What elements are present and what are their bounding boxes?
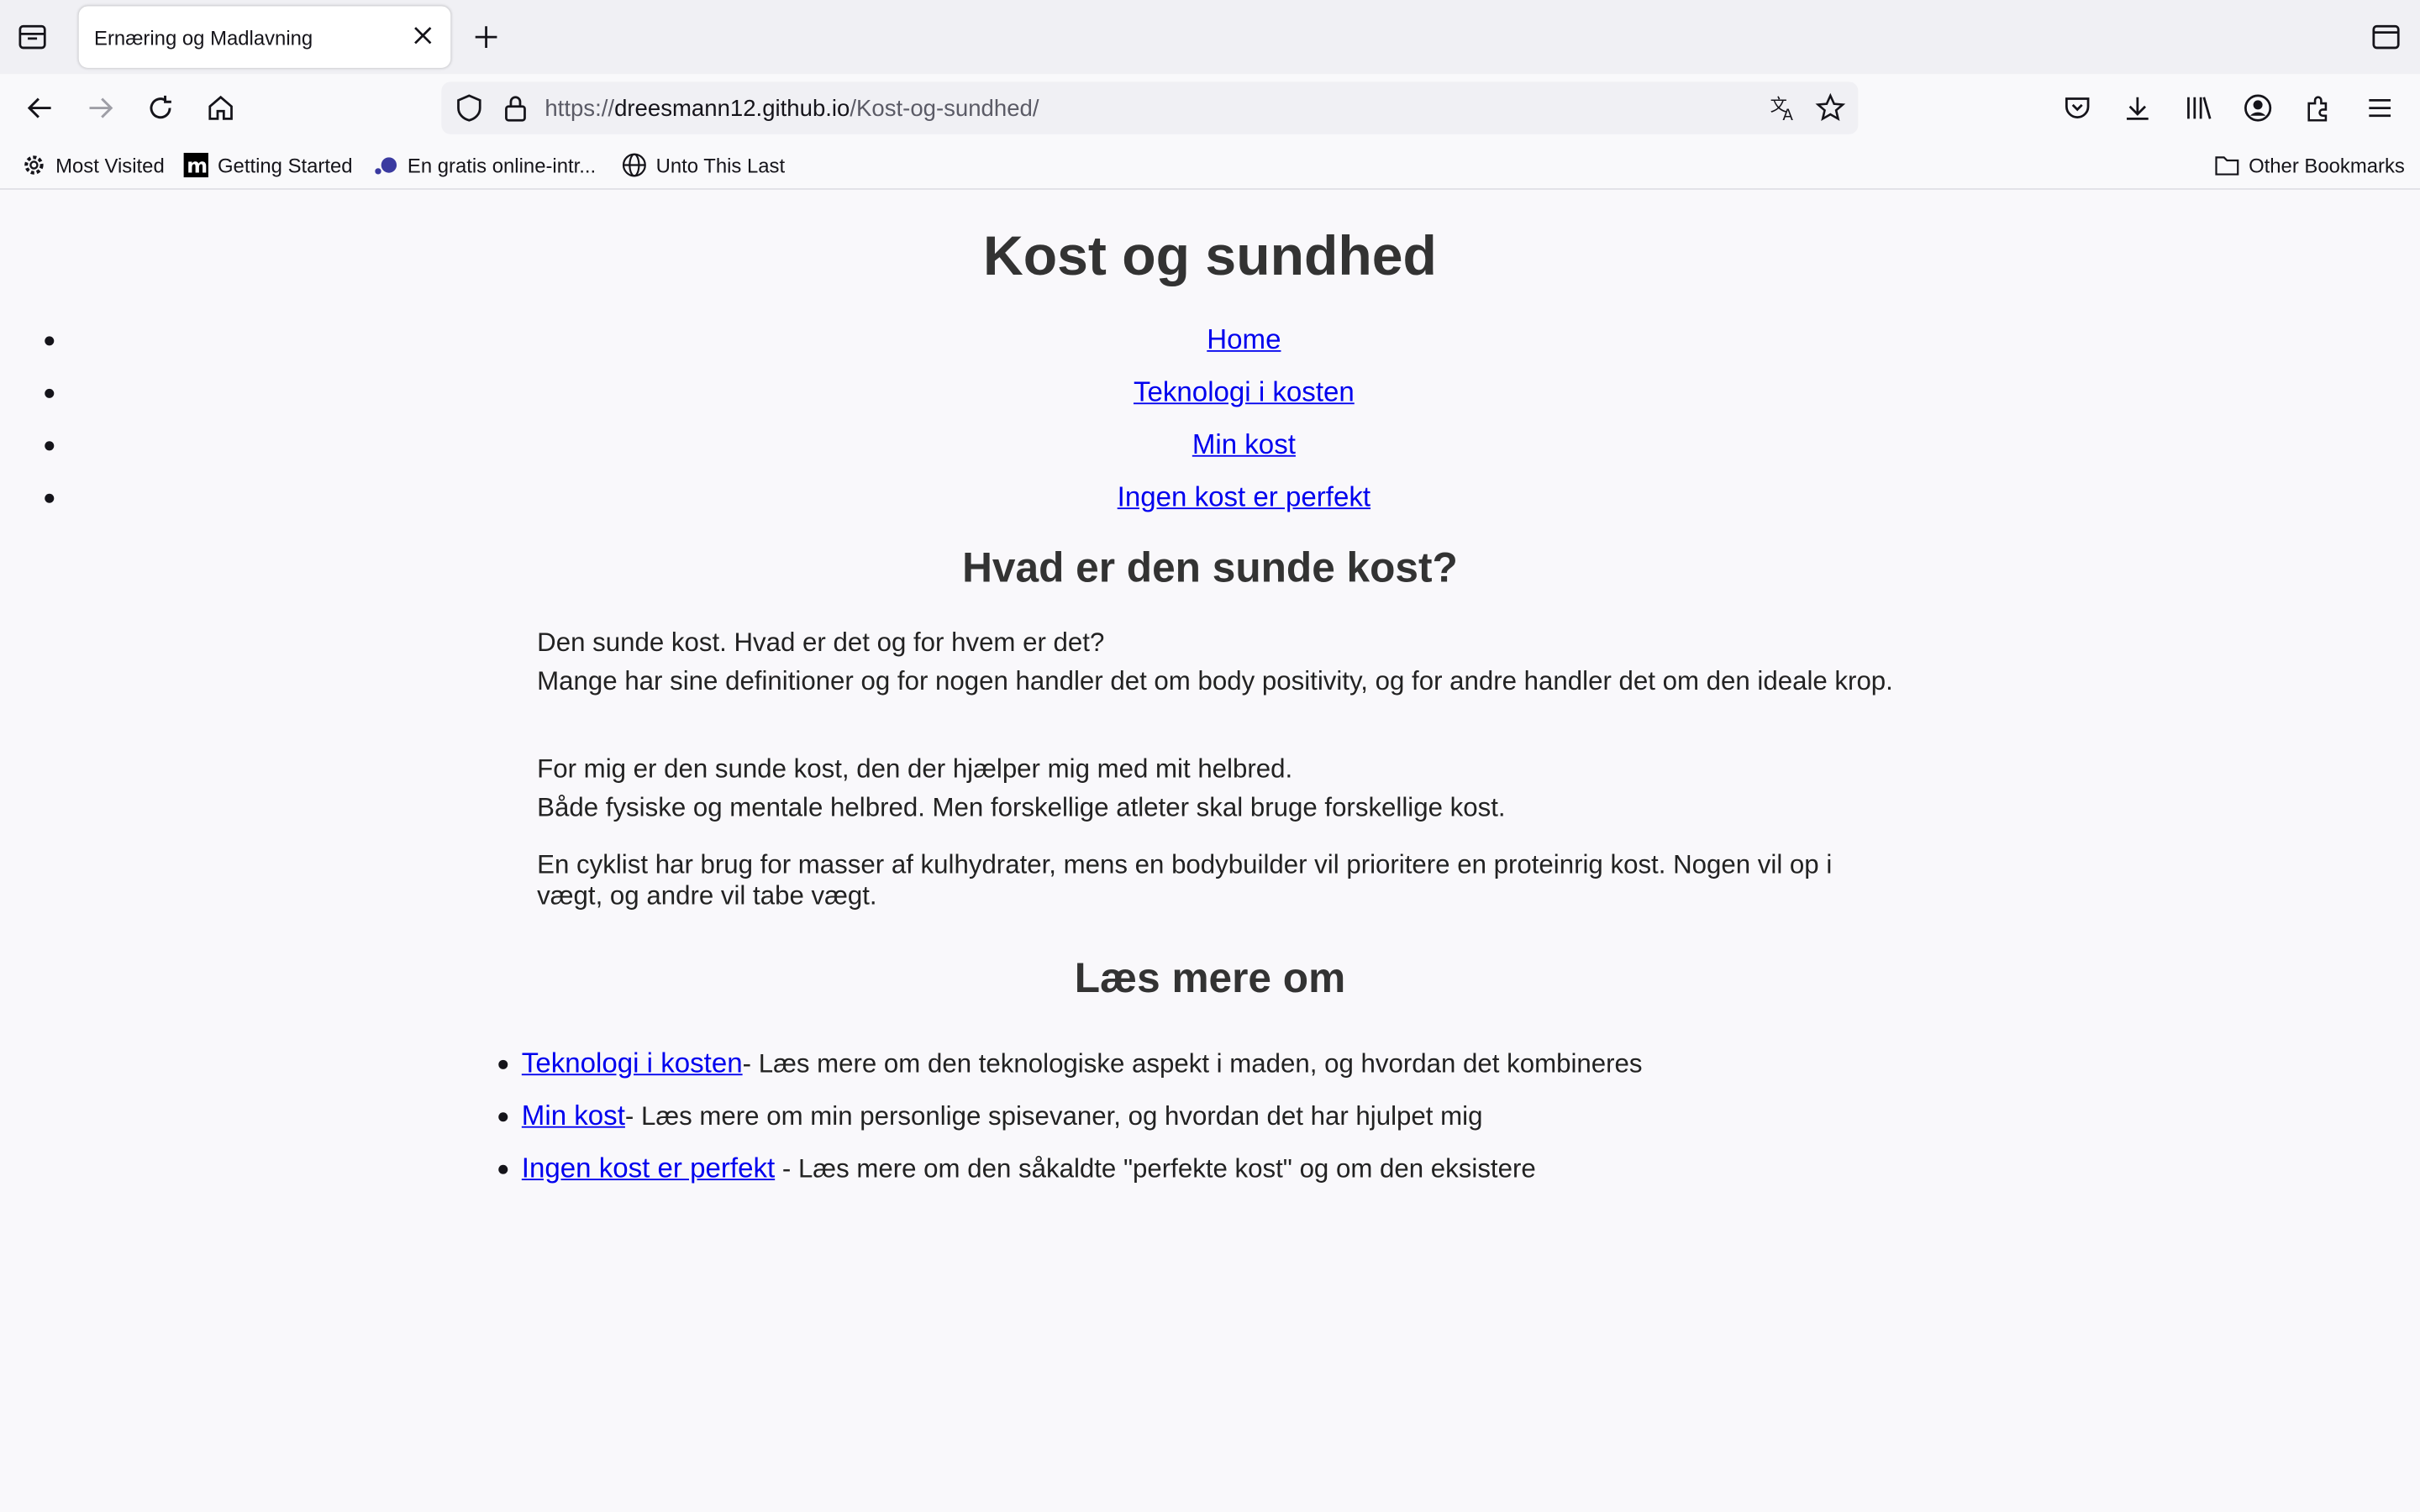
- active-tab[interactable]: Ernæring og Madlavning: [78, 6, 451, 68]
- nav-item-home: Home: [0, 321, 2420, 373]
- bullet: [45, 441, 55, 451]
- bullet: [498, 1164, 508, 1174]
- forward-icon[interactable]: [85, 92, 116, 123]
- more-link-min-kost[interactable]: Min kost: [522, 1100, 625, 1131]
- window-icon[interactable]: [2370, 24, 2402, 51]
- page-title: Kost og sundhed: [982, 223, 1437, 287]
- bookmark-label: Other Bookmarks: [2249, 153, 2405, 177]
- bookmark-label: Most Visited: [55, 153, 165, 177]
- tab-title: Ernæring og Madlavning: [94, 26, 313, 50]
- url-bar[interactable]: https://dreesmann12.github.io/Kost-og-su…: [441, 81, 1859, 134]
- back-icon[interactable]: [24, 92, 55, 123]
- paragraph-3: En cyklist har brug for masser af kulhyd…: [537, 850, 1895, 911]
- list-item-text: - Læs mere om min personlige spisevaner,…: [624, 1101, 1483, 1131]
- bullet: [45, 493, 55, 503]
- other-bookmarks[interactable]: Other Bookmarks: [2215, 153, 2405, 177]
- nav-link-min-kost[interactable]: Min kost: [1192, 429, 1296, 460]
- paragraph-line: Både fysiske og mentale helbred. Men for…: [537, 793, 1506, 822]
- list-item: Ingen kost er perfekt - Læs mere om den …: [494, 1151, 1643, 1203]
- home-icon[interactable]: [205, 92, 236, 123]
- lock-icon[interactable]: [500, 92, 531, 123]
- read-more-list: Teknologi i kosten- Læs mere om den tekn…: [494, 1046, 1643, 1203]
- navigation-toolbar: https://dreesmann12.github.io/Kost-og-su…: [0, 74, 2420, 142]
- reload-icon[interactable]: [145, 92, 176, 123]
- bookmark-label: En gratis online-intr...: [407, 153, 597, 177]
- gear-icon: [22, 153, 46, 177]
- pocket-icon[interactable]: [2062, 92, 2093, 123]
- menu-icon[interactable]: [2365, 92, 2396, 123]
- folder-icon: [2215, 153, 2239, 177]
- bookmarks-toolbar: Most Visited m Getting Started En gratis…: [0, 141, 2420, 190]
- nav-link-ingen-kost[interactable]: Ingen kost er perfekt: [1118, 481, 1370, 512]
- url-path: /Kost-og-sundhed/: [850, 95, 1039, 123]
- bookmark-label: Getting Started: [217, 153, 353, 177]
- nav-item-teknologi: Teknologi i kosten: [0, 373, 2420, 425]
- bookmark-en-gratis[interactable]: En gratis online-intr...: [373, 153, 596, 177]
- account-icon[interactable]: [2243, 92, 2274, 123]
- paragraph-1: Den sunde kost. Hvad er det og for hvem …: [537, 628, 1895, 698]
- nav-link-home[interactable]: Home: [1207, 324, 1281, 355]
- tab-list-icon[interactable]: [15, 22, 49, 53]
- more-heading: Læs mere om: [1074, 954, 1346, 1002]
- extensions-icon[interactable]: [2302, 92, 2333, 123]
- shield-icon[interactable]: [454, 92, 485, 123]
- site-nav: Home Teknologi i kosten Min kost Ingen k…: [0, 321, 2420, 531]
- more-link-ingen-kost[interactable]: Ingen kost er perfekt: [522, 1152, 775, 1184]
- paragraph-line: For mig er den sunde kost, den der hjælp…: [537, 754, 1293, 785]
- section-heading: Hvad er den sunde kost?: [962, 544, 1458, 591]
- translate-icon[interactable]: 文A: [1769, 92, 1800, 123]
- paragraph-line: Mange har sine definitioner og for nogen…: [537, 666, 1893, 696]
- svg-text:m: m: [187, 155, 208, 178]
- tab-strip: Ernæring og Madlavning: [0, 0, 2420, 75]
- bookmark-getting-started[interactable]: m Getting Started: [183, 152, 353, 178]
- list-item: Teknologi i kosten- Læs mere om den tekn…: [494, 1046, 1643, 1098]
- url-text: https://dreesmann12.github.io/Kost-og-su…: [544, 96, 1039, 122]
- svg-text:A: A: [1782, 107, 1793, 123]
- url-host: dreesmann12.github.io: [614, 95, 850, 123]
- star-icon[interactable]: [1815, 92, 1846, 123]
- library-icon[interactable]: [2182, 92, 2213, 123]
- paragraph-line: En cyklist har brug for masser af kulhyd…: [537, 850, 1833, 911]
- new-tab-icon[interactable]: [471, 22, 502, 53]
- paragraph-2: For mig er den sunde kost, den der hjælp…: [537, 754, 1895, 824]
- bookmark-most-visited[interactable]: Most Visited: [22, 153, 165, 177]
- list-item: Min kost- Læs mere om min personlige spi…: [494, 1099, 1643, 1151]
- bullet: [45, 336, 55, 346]
- url-scheme: https://: [544, 95, 615, 123]
- bullet: [498, 1059, 508, 1069]
- bookmark-label: Unto This Last: [655, 153, 786, 177]
- bookmark-unto-this-last[interactable]: Unto This Last: [622, 153, 785, 177]
- m-logo-icon: m: [183, 152, 208, 178]
- page-content: Kost og sundhed Home Teknologi i kosten …: [0, 190, 2420, 1512]
- download-icon[interactable]: [2122, 92, 2153, 123]
- paragraph-line: Den sunde kost. Hvad er det og for hvem …: [537, 627, 1105, 658]
- bullet: [498, 1112, 508, 1122]
- more-link-teknologi[interactable]: Teknologi i kosten: [522, 1047, 743, 1079]
- bullet: [45, 388, 55, 398]
- globe-icon: [622, 153, 646, 177]
- nav-item-min-kost: Min kost: [0, 426, 2420, 478]
- dots-logo-icon: [373, 153, 397, 177]
- close-icon[interactable]: [411, 24, 435, 48]
- list-item-text: - Læs mere om den såkaldte "perfekte kos…: [775, 1153, 1536, 1184]
- list-item-text: - Læs mere om den teknologiske aspekt i …: [742, 1048, 1643, 1079]
- nav-item-ingen-kost: Ingen kost er perfekt: [0, 478, 2420, 530]
- nav-link-teknologi[interactable]: Teknologi i kosten: [1134, 376, 1355, 407]
